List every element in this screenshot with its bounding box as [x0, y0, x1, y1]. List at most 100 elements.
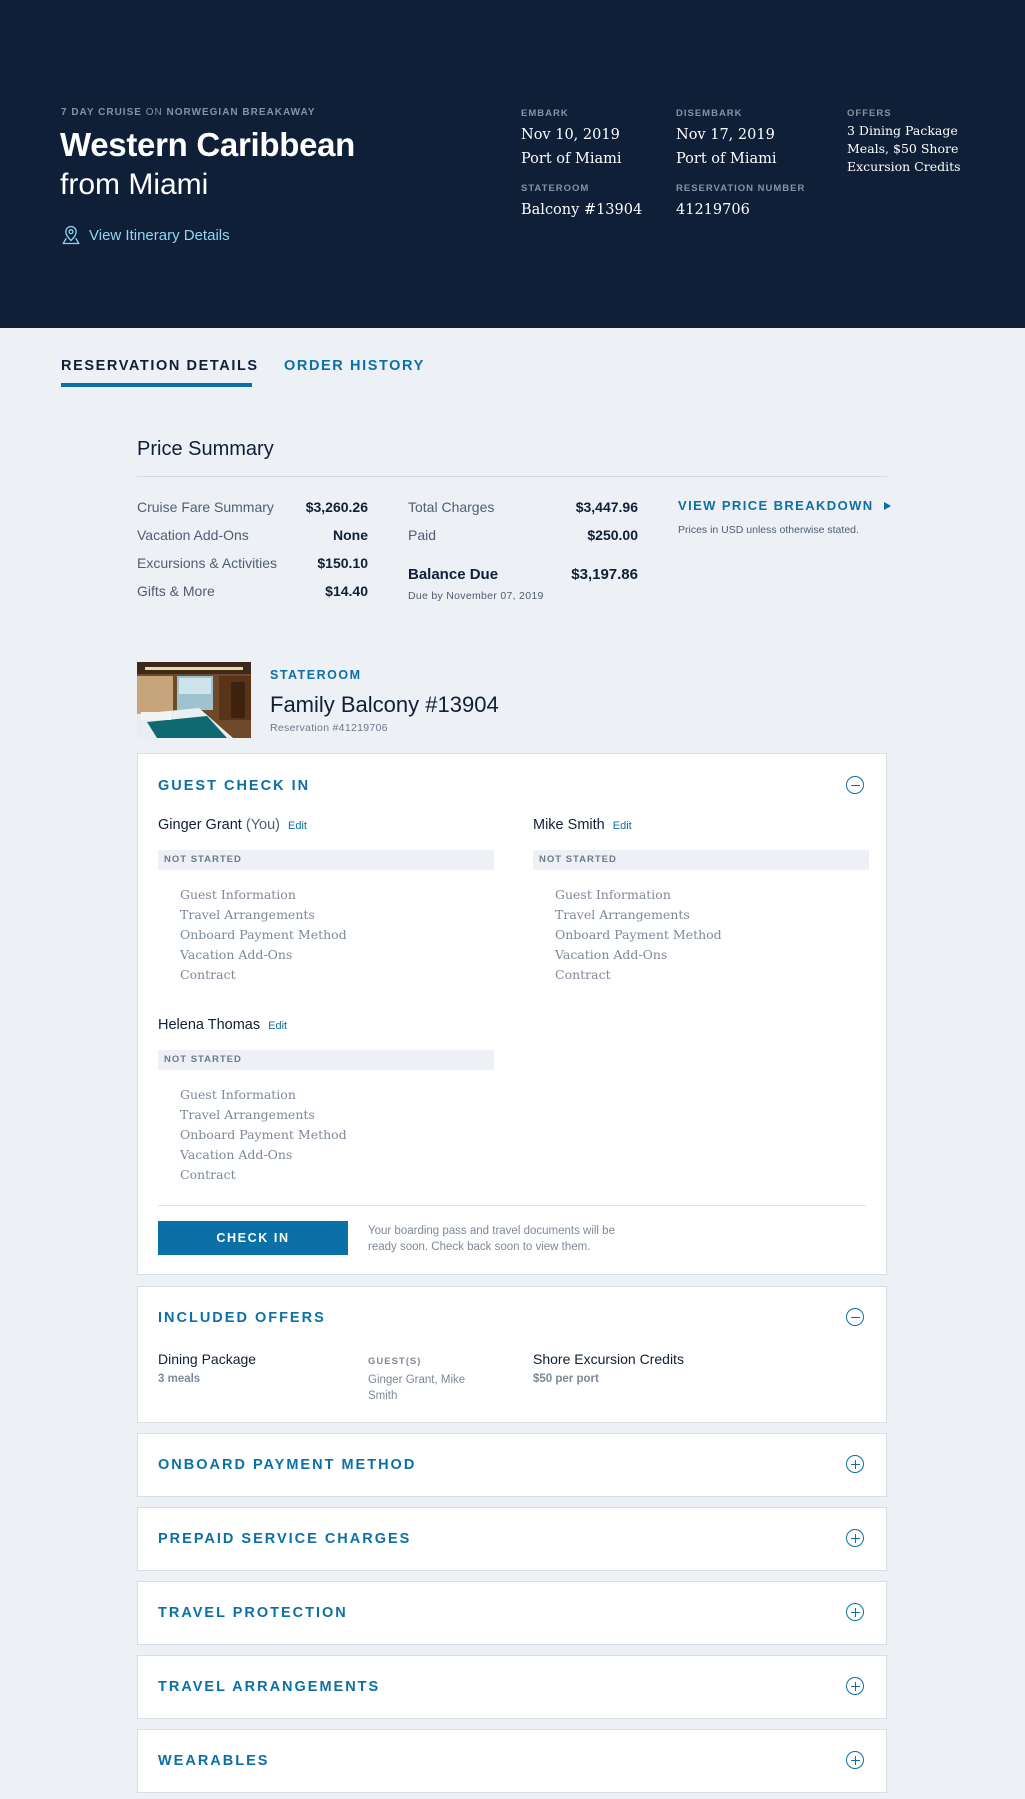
tab-reservation-details[interactable]: RESERVATION DETAILS — [61, 358, 259, 374]
step-travel-arrangements[interactable]: Travel Arrangements — [180, 905, 494, 925]
check-in-button[interactable]: CHECK IN — [158, 1221, 348, 1255]
collapse-icon[interactable] — [846, 776, 864, 794]
edit-guest-link[interactable]: Edit — [288, 820, 307, 832]
edit-guest-link[interactable]: Edit — [613, 820, 632, 832]
price-row-total-charges: Total Charges $3,447.96 — [408, 499, 638, 515]
section-travel-protection[interactable]: TRAVEL PROTECTION — [137, 1581, 887, 1645]
step-onboard-payment[interactable]: Onboard Payment Method — [180, 1125, 494, 1145]
guest-card-helena-thomas: Helena Thomas Edit NOT STARTED Guest Inf… — [158, 1017, 494, 1185]
cruise-length: 7 DAY CRUISE — [61, 107, 142, 118]
step-onboard-payment[interactable]: Onboard Payment Method — [180, 925, 494, 945]
cruise-eyebrow: 7 DAY CRUISE ON NORWEGIAN BREAKAWAY — [61, 107, 316, 118]
stateroom-photo — [137, 662, 251, 738]
cruise-subtitle: from Miami — [60, 168, 209, 201]
map-pin-icon — [62, 225, 80, 245]
section-title: PREPAID SERVICE CHARGES — [158, 1531, 412, 1547]
disembark-port: Port of Miami — [676, 151, 777, 167]
guest-card-ginger-grant: Ginger Grant (You) Edit NOT STARTED Gues… — [158, 817, 494, 985]
price-label: Vacation Add-Ons — [137, 527, 249, 543]
view-itinerary-link[interactable]: View Itinerary Details — [62, 225, 230, 245]
play-arrow-icon — [883, 501, 891, 510]
dining-package-detail: 3 meals — [158, 1373, 201, 1385]
status-badge: NOT STARTED — [533, 850, 869, 870]
edit-guest-link[interactable]: Edit — [268, 1020, 287, 1032]
guest-check-in-title: GUEST CHECK IN — [158, 778, 311, 794]
due-by-date: Due by November 07, 2019 — [408, 590, 544, 602]
status-badge: NOT STARTED — [158, 1050, 494, 1070]
step-guest-information[interactable]: Guest Information — [180, 885, 494, 905]
price-value: $14.40 — [325, 583, 368, 599]
section-title: TRAVEL PROTECTION — [158, 1605, 348, 1621]
expand-icon[interactable] — [846, 1455, 864, 1473]
reservation-number-label: RESERVATION NUMBER — [676, 183, 806, 194]
disembark-date: Nov 17, 2019 — [676, 127, 775, 143]
expand-icon[interactable] — [846, 1677, 864, 1695]
guest-name-row: Ginger Grant (You) Edit — [158, 817, 494, 839]
step-travel-arrangements[interactable]: Travel Arrangements — [555, 905, 869, 925]
step-contract[interactable]: Contract — [180, 1165, 494, 1185]
embark-label: EMBARK — [521, 108, 569, 119]
offers-value: 3 Dining Package Meals, $50 Shore Excurs… — [847, 123, 961, 174]
step-vacation-addons[interactable]: Vacation Add-Ons — [180, 1145, 494, 1165]
dining-package-name: Dining Package — [158, 1351, 257, 1367]
guest-name: Helena Thomas — [158, 1017, 261, 1033]
price-row-paid: Paid $250.00 — [408, 527, 638, 543]
step-vacation-addons[interactable]: Vacation Add-Ons — [555, 945, 869, 965]
guest-name: Ginger Grant — [158, 817, 242, 833]
reservation-number-value: 41219706 — [676, 202, 750, 218]
active-tab-indicator — [61, 383, 252, 387]
step-contract[interactable]: Contract — [180, 965, 494, 985]
check-in-note: Your boarding pass and travel documents … — [368, 1225, 615, 1253]
check-in-steps: Guest Information Travel Arrangements On… — [158, 1085, 494, 1185]
step-onboard-payment[interactable]: Onboard Payment Method — [555, 925, 869, 945]
price-row-excursions: Excursions & Activities $150.10 — [137, 555, 368, 571]
price-label: Total Charges — [408, 499, 495, 515]
section-travel-arrangements[interactable]: TRAVEL ARRANGEMENTS — [137, 1655, 887, 1719]
stateroom-value: Balcony #13904 — [521, 202, 643, 218]
price-row-cruise-fare: Cruise Fare Summary $3,260.26 — [137, 499, 368, 515]
shore-credits-name: Shore Excursion Credits — [533, 1351, 684, 1367]
price-value: None — [333, 527, 368, 543]
step-guest-information[interactable]: Guest Information — [555, 885, 869, 905]
stateroom-label: STATEROOM — [521, 183, 590, 194]
price-value: $250.00 — [587, 527, 638, 543]
section-onboard-payment-method[interactable]: ONBOARD PAYMENT METHOD — [137, 1433, 887, 1497]
disembark-label: DISEMBARK — [676, 108, 743, 119]
you-tag: (You) — [245, 817, 280, 833]
status-badge: NOT STARTED — [158, 850, 494, 870]
embark-port: Port of Miami — [521, 151, 622, 167]
price-value: $150.10 — [317, 555, 368, 571]
guests-value: Ginger Grant, Mike Smith — [368, 1374, 466, 1402]
price-label: Gifts & More — [137, 583, 215, 599]
included-offers-title: INCLUDED OFFERS — [158, 1310, 326, 1326]
section-wearables[interactable]: WEARABLES — [137, 1729, 887, 1793]
step-vacation-addons[interactable]: Vacation Add-Ons — [180, 945, 494, 965]
stateroom-reservation: Reservation #41219706 — [270, 722, 388, 734]
step-guest-information[interactable]: Guest Information — [180, 1085, 494, 1105]
step-contract[interactable]: Contract — [555, 965, 869, 985]
stateroom-section-label: STATEROOM — [270, 668, 362, 682]
section-prepaid-service-charges[interactable]: PREPAID SERVICE CHARGES — [137, 1507, 887, 1571]
cruise-title: Western Caribbean — [60, 126, 356, 163]
collapse-icon[interactable] — [846, 1308, 864, 1326]
price-value: $3,447.96 — [575, 499, 638, 515]
view-itinerary-label: View Itinerary Details — [89, 226, 230, 244]
price-summary-title: Price Summary — [137, 438, 274, 460]
step-travel-arrangements[interactable]: Travel Arrangements — [180, 1105, 494, 1125]
expand-icon[interactable] — [846, 1603, 864, 1621]
divider — [158, 1205, 866, 1206]
guest-name: Mike Smith — [533, 817, 605, 833]
section-title: ONBOARD PAYMENT METHOD — [158, 1457, 417, 1473]
eyebrow-on: ON — [145, 107, 163, 118]
view-price-breakdown-label: VIEW PRICE BREAKDOWN — [678, 498, 874, 513]
offers-label: OFFERS — [847, 108, 892, 119]
view-price-breakdown-link[interactable]: VIEW PRICE BREAKDOWN — [678, 498, 891, 513]
guest-check-in-panel: GUEST CHECK IN Ginger Grant (You) Edit N… — [137, 753, 887, 1275]
tab-order-history[interactable]: ORDER HISTORY — [284, 358, 425, 374]
balance-due-label: Balance Due — [408, 566, 499, 583]
price-row-vacation-addons: Vacation Add-Ons None — [137, 527, 368, 543]
price-value: $3,260.26 — [305, 499, 368, 515]
expand-icon[interactable] — [846, 1529, 864, 1547]
expand-icon[interactable] — [846, 1751, 864, 1769]
divider — [137, 476, 887, 477]
